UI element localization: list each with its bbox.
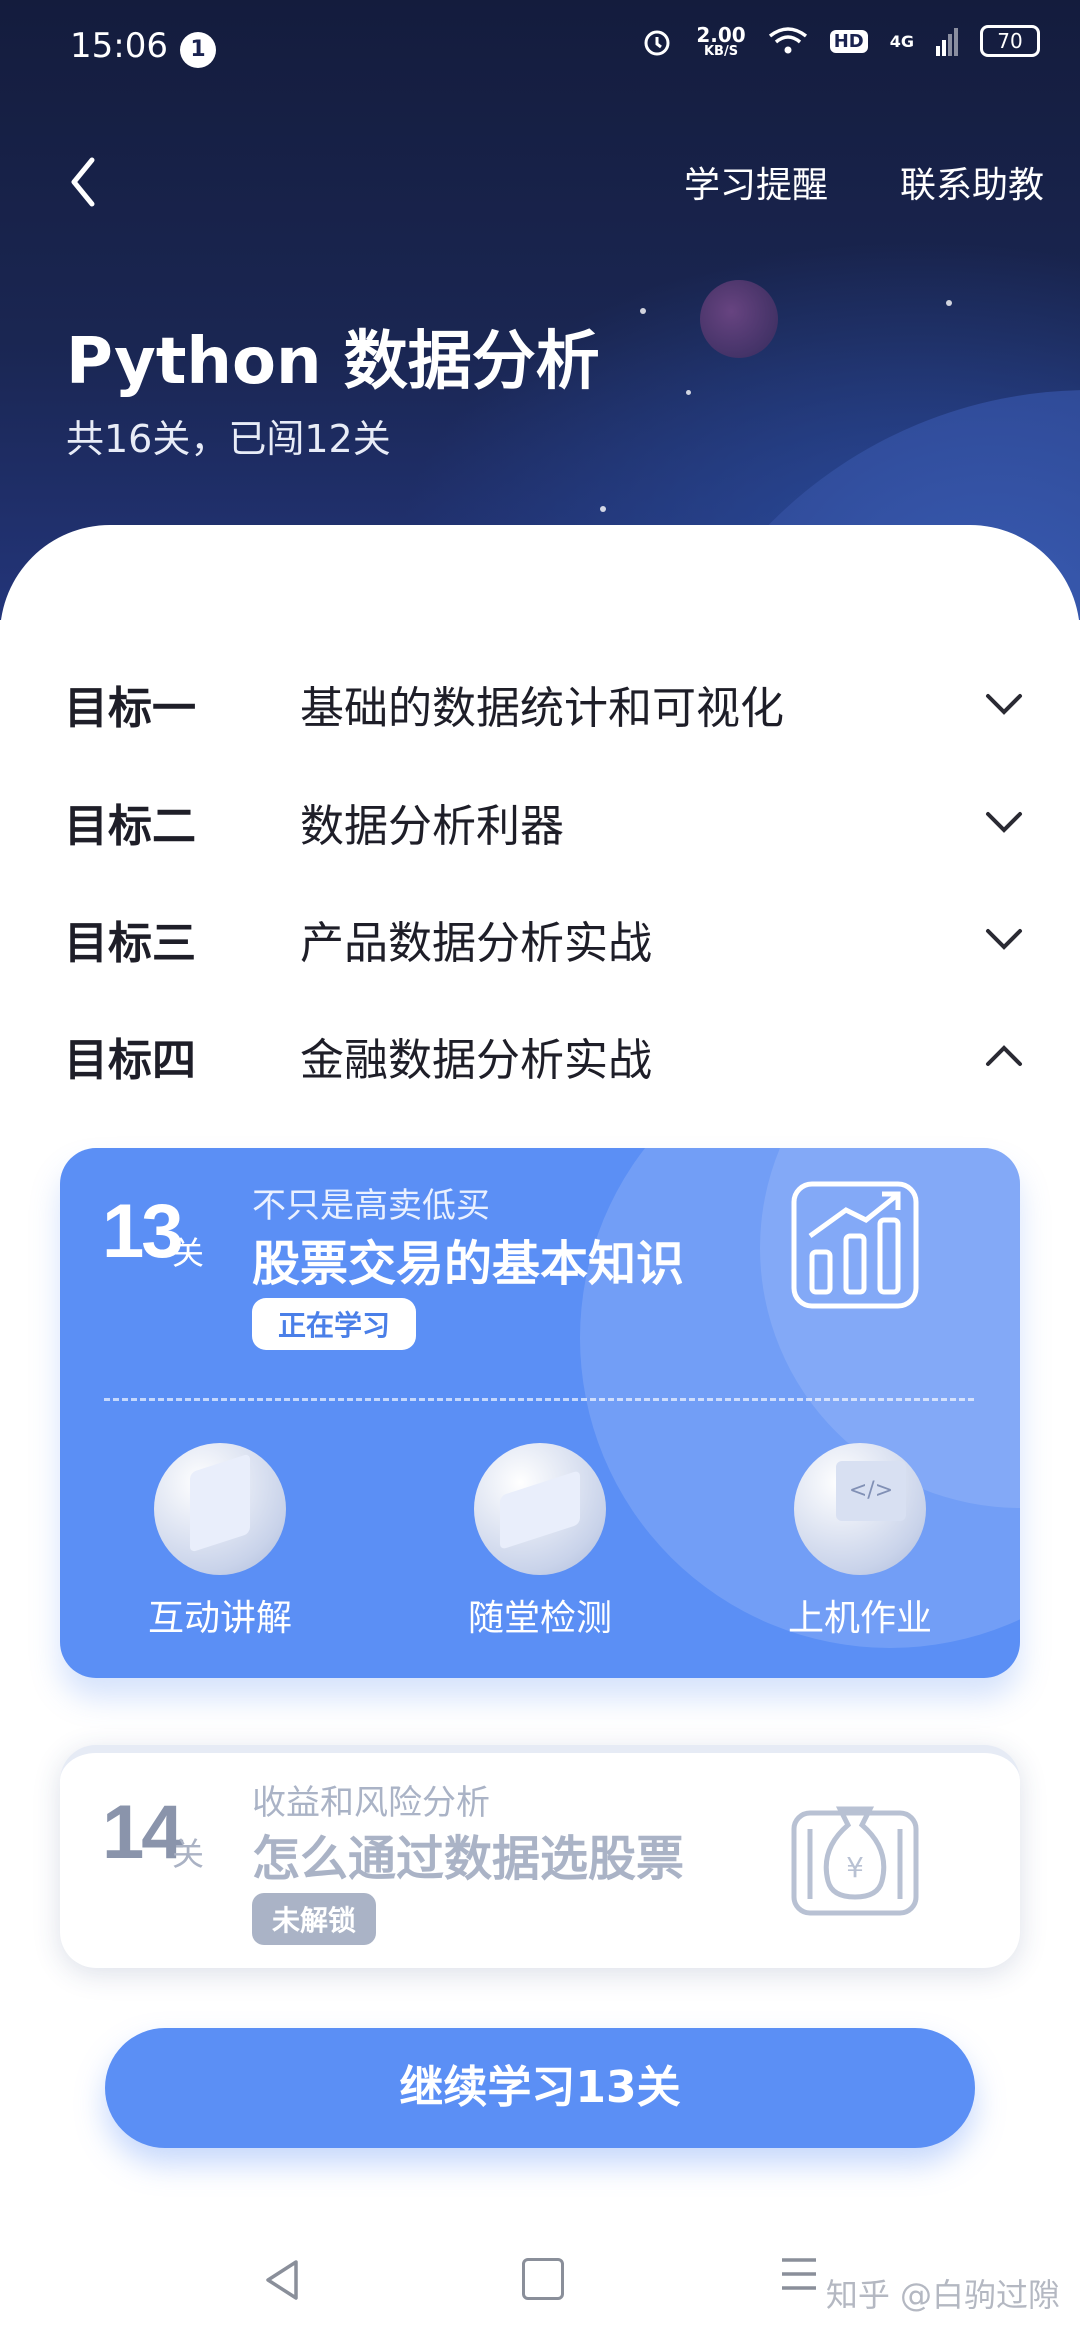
continue-learning-button[interactable]: 继续学习13关 xyxy=(105,2028,975,2148)
nav-home-icon[interactable] xyxy=(522,2258,564,2300)
status-bar: 15:06 1 2.00 KB/S HD 4G 70 xyxy=(0,0,1080,95)
small-planet-decoration xyxy=(700,280,778,358)
goal-name: 基础的数据统计和可视化 xyxy=(300,683,784,734)
goal-key: 目标一 xyxy=(64,683,196,734)
star xyxy=(946,300,952,306)
top-navigation: 学习提醒 联系助教 xyxy=(0,140,1080,220)
goal-key: 目标四 xyxy=(64,1035,196,1086)
wifi-icon xyxy=(768,27,807,54)
bar-chart-icon xyxy=(791,1181,919,1309)
lesson-number: 14 xyxy=(102,1790,184,1875)
signal-label: 4G xyxy=(889,31,914,51)
back-arrow-icon[interactable] xyxy=(62,152,102,212)
star xyxy=(686,390,691,395)
lesson-card-current[interactable]: 13 关 不只是高卖低买 股票交易的基本知识 正在学习 互动讲解 随堂检测 </… xyxy=(60,1148,1020,1678)
signal-icon xyxy=(936,28,958,56)
lesson-number: 13 xyxy=(102,1189,184,1274)
code-icon: </> xyxy=(794,1443,926,1575)
chevron-down-icon[interactable] xyxy=(984,802,1024,842)
goal-row-3[interactable]: 目标三 产品数据分析实战 xyxy=(0,907,1080,987)
goal-name: 产品数据分析实战 xyxy=(300,918,652,969)
lecture-icon xyxy=(154,1443,286,1575)
net-speed: 2.00 KB/S xyxy=(696,25,745,58)
goal-row-2[interactable]: 目标二 数据分析利器 xyxy=(0,790,1080,870)
activity-label: 上机作业 xyxy=(787,1598,932,1639)
chevron-down-icon[interactable] xyxy=(984,684,1024,724)
divider xyxy=(104,1398,974,1401)
status-badge: 正在学习 xyxy=(252,1298,417,1350)
goal-name: 金融数据分析实战 xyxy=(300,1035,652,1086)
activity-coding-assignment[interactable]: </> 上机作业 xyxy=(760,1443,960,1641)
star xyxy=(640,308,646,314)
alarm-icon xyxy=(644,30,670,56)
system-nav-bar: 知乎 @白驹过隙 xyxy=(0,2230,1080,2340)
lesson-unit: 关 xyxy=(172,1835,205,1873)
lesson-subtitle: 收益和风险分析 xyxy=(252,1783,490,1823)
contact-assistant-link[interactable]: 联系助教 xyxy=(900,156,1044,208)
net-speed-value: 2.00 xyxy=(696,22,746,47)
lesson-card-locked[interactable]: 14 关 收益和风险分析 怎么通过数据选股票 未解锁 ¥ xyxy=(60,1745,1020,1968)
goal-key: 目标三 xyxy=(64,918,196,969)
course-progress: 共16关，已闯12关 xyxy=(66,417,391,461)
notification-badge: 1 xyxy=(180,32,216,68)
nav-back-icon[interactable] xyxy=(262,2258,302,2302)
goal-name: 数据分析利器 xyxy=(300,801,564,852)
hd-icon: HD xyxy=(829,29,868,53)
goal-row-4[interactable]: 目标四 金融数据分析实战 xyxy=(0,1024,1080,1104)
goal-row-1[interactable]: 目标一 基础的数据统计和可视化 xyxy=(0,672,1080,752)
money-bag-icon: ¥ xyxy=(791,1806,919,1916)
activity-label: 随堂检测 xyxy=(467,1598,612,1639)
lesson-title: 怎么通过数据选股票 xyxy=(252,1831,685,1887)
activity-interactive-lecture[interactable]: 互动讲解 xyxy=(120,1443,320,1641)
chevron-down-icon[interactable] xyxy=(984,919,1024,959)
study-reminder-link[interactable]: 学习提醒 xyxy=(684,156,828,208)
locked-badge: 未解锁 xyxy=(252,1893,377,1945)
nav-menu-icon[interactable] xyxy=(780,2254,818,2294)
lesson-unit: 关 xyxy=(172,1234,205,1272)
course-title: Python 数据分析 xyxy=(66,325,600,399)
lesson-title: 股票交易的基本知识 xyxy=(252,1236,685,1292)
chevron-up-icon[interactable] xyxy=(984,1036,1024,1076)
svg-text:¥: ¥ xyxy=(846,1851,864,1884)
clock: 15:06 xyxy=(70,26,168,66)
goal-key: 目标二 xyxy=(64,801,196,852)
lesson-subtitle: 不只是高卖低买 xyxy=(252,1186,490,1226)
activity-label: 互动讲解 xyxy=(147,1598,292,1639)
watermark: 知乎 @白驹过隙 xyxy=(825,2276,1060,2314)
star xyxy=(600,506,606,512)
quiz-icon xyxy=(474,1443,606,1575)
activity-quiz[interactable]: 随堂检测 xyxy=(440,1443,640,1641)
battery-icon: 70 xyxy=(980,25,1040,57)
